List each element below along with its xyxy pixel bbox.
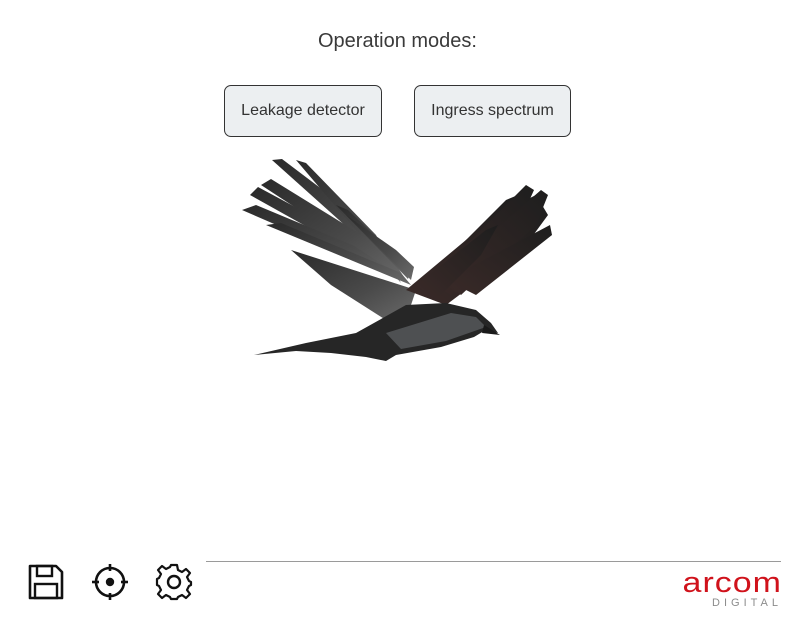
footer-divider — [206, 561, 781, 562]
gear-icon[interactable] — [155, 563, 193, 601]
floppy-disk-icon[interactable] — [27, 563, 65, 601]
leakage-detector-button[interactable]: Leakage detector — [224, 85, 382, 137]
app-screen: Operation modes: Leakage detector Ingres… — [0, 0, 795, 626]
logo-wordmark: arcom — [682, 566, 782, 599]
arcom-digital-logo: arcom DIGITAL — [634, 566, 782, 610]
page-title: Operation modes: — [318, 30, 477, 52]
crow-illustration — [242, 159, 552, 361]
ingress-spectrum-button[interactable]: Ingress spectrum — [414, 85, 571, 137]
crosshair-icon[interactable] — [91, 563, 129, 601]
logo-tagline: DIGITAL — [712, 597, 782, 609]
